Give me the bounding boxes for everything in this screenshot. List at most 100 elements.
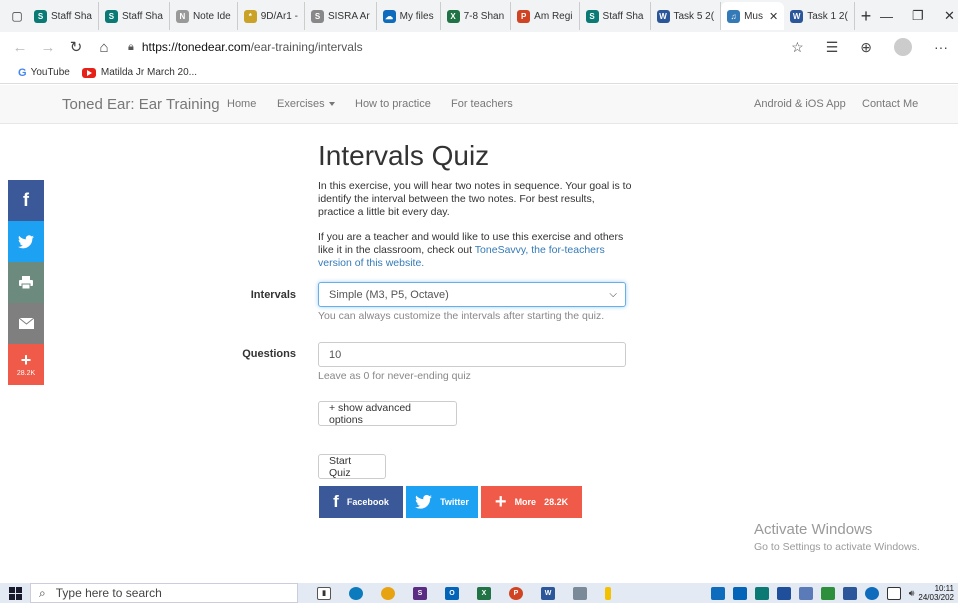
printer-icon bbox=[19, 276, 33, 289]
nav-for-teachers[interactable]: For teachers bbox=[451, 98, 513, 110]
powerpoint-icon[interactable]: P bbox=[509, 586, 523, 600]
youtube-icon bbox=[81, 67, 96, 78]
task-view-icon[interactable]: ▮ bbox=[317, 586, 331, 600]
tab-label: Note Ide bbox=[192, 10, 231, 22]
mail-icon[interactable] bbox=[732, 586, 747, 600]
more-menu-icon[interactable]: ··· bbox=[934, 39, 948, 55]
google-g-icon: G bbox=[18, 66, 27, 79]
snipping-tool-icon[interactable] bbox=[573, 586, 587, 600]
start-quiz-button[interactable]: Start Quiz bbox=[318, 454, 386, 479]
search-icon: ⌕ bbox=[39, 585, 46, 600]
excel-icon[interactable]: X bbox=[477, 586, 491, 600]
url-field[interactable]: 🔒︎ https://tonedear.com/ear-training/int… bbox=[128, 40, 363, 54]
intro-paragraph: In this exercise, you will hear two note… bbox=[318, 180, 632, 218]
tray-app-icon[interactable] bbox=[776, 586, 791, 600]
volume-icon[interactable]: 🔊︎ bbox=[909, 588, 915, 599]
questions-help: Leave as 0 for never-ending quiz bbox=[318, 370, 471, 382]
sharepoint-icon[interactable] bbox=[754, 586, 769, 600]
twitter-share-bar-button[interactable]: Twitter bbox=[406, 486, 478, 518]
taskbar-search[interactable]: ⌕ Type here to search bbox=[30, 583, 298, 603]
social-sidebar: f + 28.2K bbox=[8, 180, 44, 385]
edge-icon[interactable] bbox=[349, 586, 363, 600]
teacher-paragraph: If you are a teacher and would like to u… bbox=[318, 231, 632, 270]
show-advanced-options-button[interactable]: + show advanced options bbox=[318, 401, 457, 426]
chevron-down-icon: ⌵ bbox=[609, 289, 617, 300]
browser-tab[interactable]: N Note Ide bbox=[170, 2, 238, 30]
facebook-share-button[interactable]: f bbox=[8, 180, 44, 221]
network-icon[interactable] bbox=[886, 586, 901, 600]
nav-app[interactable]: Android & iOS App bbox=[754, 98, 846, 110]
tab-label: Am Regi bbox=[534, 10, 573, 22]
nav-exercises-label: Exercises bbox=[277, 98, 325, 110]
bookmark-youtube[interactable]: G YouTube bbox=[18, 67, 70, 79]
profile-avatar[interactable] bbox=[894, 38, 912, 56]
nav-home[interactable]: Home bbox=[227, 98, 256, 110]
chrome-icon[interactable] bbox=[381, 586, 395, 600]
tab-favicon-icon: * bbox=[243, 9, 257, 23]
minimize-icon[interactable]: — bbox=[880, 0, 893, 32]
clock[interactable]: 10:11 24/03/202 bbox=[918, 584, 954, 602]
restore-icon[interactable]: ❐ bbox=[912, 0, 924, 32]
browser-tab[interactable]: S SISRA Ar bbox=[305, 2, 377, 30]
more-share-button[interactable]: + 28.2K bbox=[8, 344, 44, 385]
print-button[interactable] bbox=[8, 262, 44, 303]
tab-favicon-icon: S bbox=[104, 9, 118, 23]
email-share-button[interactable] bbox=[8, 303, 44, 344]
nav-contact[interactable]: Contact Me bbox=[862, 98, 918, 110]
tab-label: Mus bbox=[744, 10, 763, 22]
questions-input[interactable]: 10 bbox=[318, 342, 626, 367]
browser-tab[interactable]: * 9D/Ar1 - bbox=[238, 2, 305, 30]
intervals-select[interactable]: Simple (M3, P5, Octave) ⌵ bbox=[318, 282, 626, 307]
forward-icon[interactable]: → bbox=[34, 39, 62, 56]
tray-app-icon[interactable] bbox=[842, 586, 857, 600]
watermark-subtitle: Go to Settings to activate Windows. bbox=[754, 541, 920, 553]
tab-label: Task 1 2( bbox=[807, 10, 848, 22]
address-bar: ← → ↻ ⌂ 🔒︎ https://tonedear.com/ear-trai… bbox=[0, 32, 958, 62]
browser-tab[interactable]: X 7-8 Shan bbox=[441, 2, 512, 30]
nav-exercises[interactable]: Exercises bbox=[277, 98, 335, 110]
favorites-icon[interactable]: ☰ bbox=[826, 39, 839, 56]
site-brand[interactable]: Toned Ear: Ear Training bbox=[62, 96, 220, 113]
windows-logo-icon bbox=[8, 586, 22, 600]
nav-how-to-practice[interactable]: How to practice bbox=[355, 98, 431, 110]
tray-app-icon[interactable] bbox=[798, 586, 813, 600]
tab-label: SISRA Ar bbox=[327, 10, 370, 22]
browser-tab[interactable]: W Task 1 2( bbox=[784, 2, 855, 30]
back-icon[interactable]: ← bbox=[6, 39, 34, 56]
browser-tab[interactable]: S Staff Sha bbox=[28, 2, 99, 30]
favorite-star-icon[interactable]: ☆ bbox=[791, 39, 804, 56]
tab-favicon-icon: S bbox=[310, 9, 324, 23]
bookmark-matilda[interactable]: Matilda Jr March 20... bbox=[81, 67, 198, 78]
tray-app-icon[interactable] bbox=[864, 586, 879, 600]
collections-icon[interactable]: ⊕ bbox=[860, 39, 872, 56]
browser-tab[interactable]: W Task 5 2( bbox=[651, 2, 722, 30]
more-label: More bbox=[514, 497, 537, 507]
close-window-icon[interactable]: ✕ bbox=[944, 0, 955, 32]
facebook-icon: f bbox=[23, 190, 29, 210]
close-tab-icon[interactable]: ✕ bbox=[769, 10, 778, 23]
file-explorer-icon[interactable] bbox=[605, 586, 611, 600]
tab-list: S Staff Sha S Staff Sha N Note Ide * 9D/Ar1 -SS… bbox=[28, 2, 855, 30]
home-icon[interactable]: ⌂ bbox=[90, 39, 118, 56]
browser-tab[interactable]: ☁ My files bbox=[377, 2, 441, 30]
outlook-icon[interactable]: O bbox=[445, 586, 459, 600]
tab-actions-icon[interactable]: ▢ bbox=[6, 5, 28, 27]
refresh-icon[interactable]: ↻ bbox=[62, 38, 90, 56]
word-icon[interactable]: W bbox=[541, 586, 555, 600]
facebook-share-bar-button[interactable]: f Facebook bbox=[319, 486, 403, 518]
system-tray: 🔊︎ 10:11 24/03/202 bbox=[707, 583, 958, 603]
browser-tab[interactable]: ♫ Mus ✕ bbox=[721, 2, 785, 30]
new-tab-button[interactable]: + bbox=[861, 6, 872, 27]
more-share-bar-button[interactable]: + More 28.2K bbox=[481, 486, 582, 518]
sims-icon[interactable]: S bbox=[413, 586, 427, 600]
bookmark-label: Matilda Jr March 20... bbox=[100, 67, 198, 78]
browser-tab[interactable]: S Staff Sha bbox=[99, 2, 170, 30]
browser-tab[interactable]: S Staff Sha bbox=[580, 2, 651, 30]
url-host: https://tonedear.com bbox=[141, 40, 251, 54]
browser-tab[interactable]: P Am Regi bbox=[511, 2, 580, 30]
onedrive-icon[interactable] bbox=[710, 586, 725, 600]
tray-app-icon[interactable] bbox=[820, 586, 835, 600]
tab-label: Staff Sha bbox=[602, 10, 644, 22]
twitter-share-button[interactable] bbox=[8, 221, 44, 262]
start-button[interactable] bbox=[0, 586, 30, 600]
